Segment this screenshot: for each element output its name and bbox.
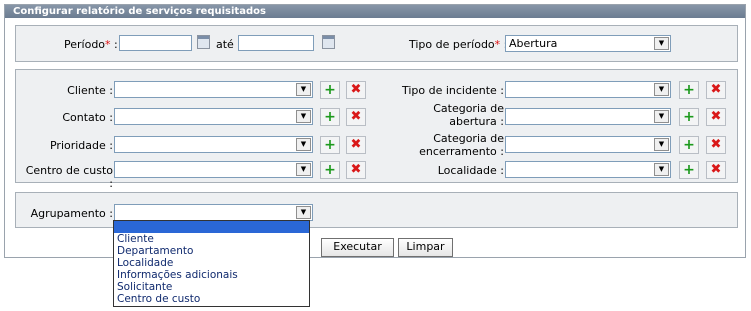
chevron-down-icon[interactable]: ▼ [654, 83, 669, 96]
remove-icon[interactable]: ✖ [346, 108, 366, 126]
required-mark: * [494, 38, 501, 51]
remove-icon[interactable]: ✖ [346, 81, 366, 99]
dropdown-option[interactable]: Departamento [114, 245, 309, 257]
tipo-incidente-select[interactable]: ▼ [505, 81, 671, 98]
period-type-value: Abertura [509, 37, 558, 50]
dropdown-option[interactable]: Centro de custo [114, 293, 309, 305]
period-type-select[interactable]: Abertura ▼ [505, 35, 671, 52]
dropdown-option-empty[interactable] [114, 221, 309, 233]
agrupamento-label: Agrupamento : [30, 207, 113, 220]
period-start-input[interactable] [119, 35, 192, 51]
chevron-down-icon[interactable]: ▼ [296, 163, 311, 176]
chevron-down-icon[interactable]: ▼ [296, 138, 311, 151]
agrupamento-dropdown-list: Cliente Departamento Localidade Informaç… [113, 220, 310, 307]
remove-icon[interactable]: ✖ [706, 108, 726, 126]
add-icon[interactable]: + [320, 161, 340, 179]
tipo-incidente-label: Tipo de incidente : [401, 84, 504, 97]
chevron-down-icon[interactable]: ▼ [296, 206, 311, 219]
dropdown-option[interactable]: Solicitante [114, 281, 309, 293]
panel-title: Configurar relatório de serviços requisi… [5, 5, 745, 18]
prioridade-select[interactable]: ▼ [114, 136, 313, 153]
cliente-select[interactable]: ▼ [114, 81, 313, 98]
chevron-down-icon[interactable]: ▼ [654, 138, 669, 151]
dropdown-option[interactable]: Informações adicionais [114, 269, 309, 281]
remove-icon[interactable]: ✖ [346, 161, 366, 179]
ate-label: até [216, 38, 234, 51]
add-icon[interactable]: + [679, 81, 699, 99]
filters-group: Cliente : ▼ + ✖ Contato : ▼ + ✖ Priorida… [15, 69, 738, 190]
add-icon[interactable]: + [679, 161, 699, 179]
dropdown-option[interactable]: Cliente [114, 233, 309, 245]
categoria-abertura-select[interactable]: ▼ [505, 108, 671, 125]
localidade-select[interactable]: ▼ [505, 161, 671, 178]
categoria-abertura-label: Categoria de abertura : [433, 102, 504, 128]
remove-icon[interactable]: ✖ [706, 81, 726, 99]
calendar-icon[interactable] [322, 35, 335, 49]
remove-icon[interactable]: ✖ [706, 161, 726, 179]
contato-label: Contato : [62, 111, 113, 124]
calendar-icon[interactable] [197, 35, 210, 49]
dropdown-option[interactable]: Localidade [114, 257, 309, 269]
cliente-label: Cliente : [67, 84, 113, 97]
chevron-down-icon[interactable]: ▼ [296, 83, 311, 96]
centro-custo-label: Centro de custo : [25, 164, 113, 190]
executar-button[interactable]: Executar [321, 238, 394, 257]
categoria-encerramento-label: Categoria de encerramento : [419, 132, 504, 158]
centro-custo-select[interactable]: ▼ [114, 161, 313, 178]
remove-icon[interactable]: ✖ [706, 136, 726, 154]
categoria-encerramento-select[interactable]: ▼ [505, 136, 671, 153]
chevron-down-icon[interactable]: ▼ [654, 37, 669, 50]
limpar-button[interactable]: Limpar [398, 238, 453, 257]
remove-icon[interactable]: ✖ [346, 136, 366, 154]
period-group: Período* : até Tipo de período* : Abertu… [15, 25, 738, 62]
add-icon[interactable]: + [679, 108, 699, 126]
chevron-down-icon[interactable]: ▼ [654, 163, 669, 176]
period-end-input[interactable] [238, 35, 314, 51]
add-icon[interactable]: + [320, 136, 340, 154]
required-mark: * [105, 38, 111, 51]
chevron-down-icon[interactable]: ▼ [296, 110, 311, 123]
add-icon[interactable]: + [679, 136, 699, 154]
add-icon[interactable]: + [320, 81, 340, 99]
add-icon[interactable]: + [320, 108, 340, 126]
agrupamento-select[interactable]: ▼ [114, 204, 313, 221]
contato-select[interactable]: ▼ [114, 108, 313, 125]
prioridade-label: Prioridade : [49, 139, 113, 152]
period-type-label: Tipo de período* : [409, 38, 507, 51]
period-label: Período* : [64, 38, 118, 51]
chevron-down-icon[interactable]: ▼ [654, 110, 669, 123]
localidade-label: Localidade : [437, 164, 504, 177]
